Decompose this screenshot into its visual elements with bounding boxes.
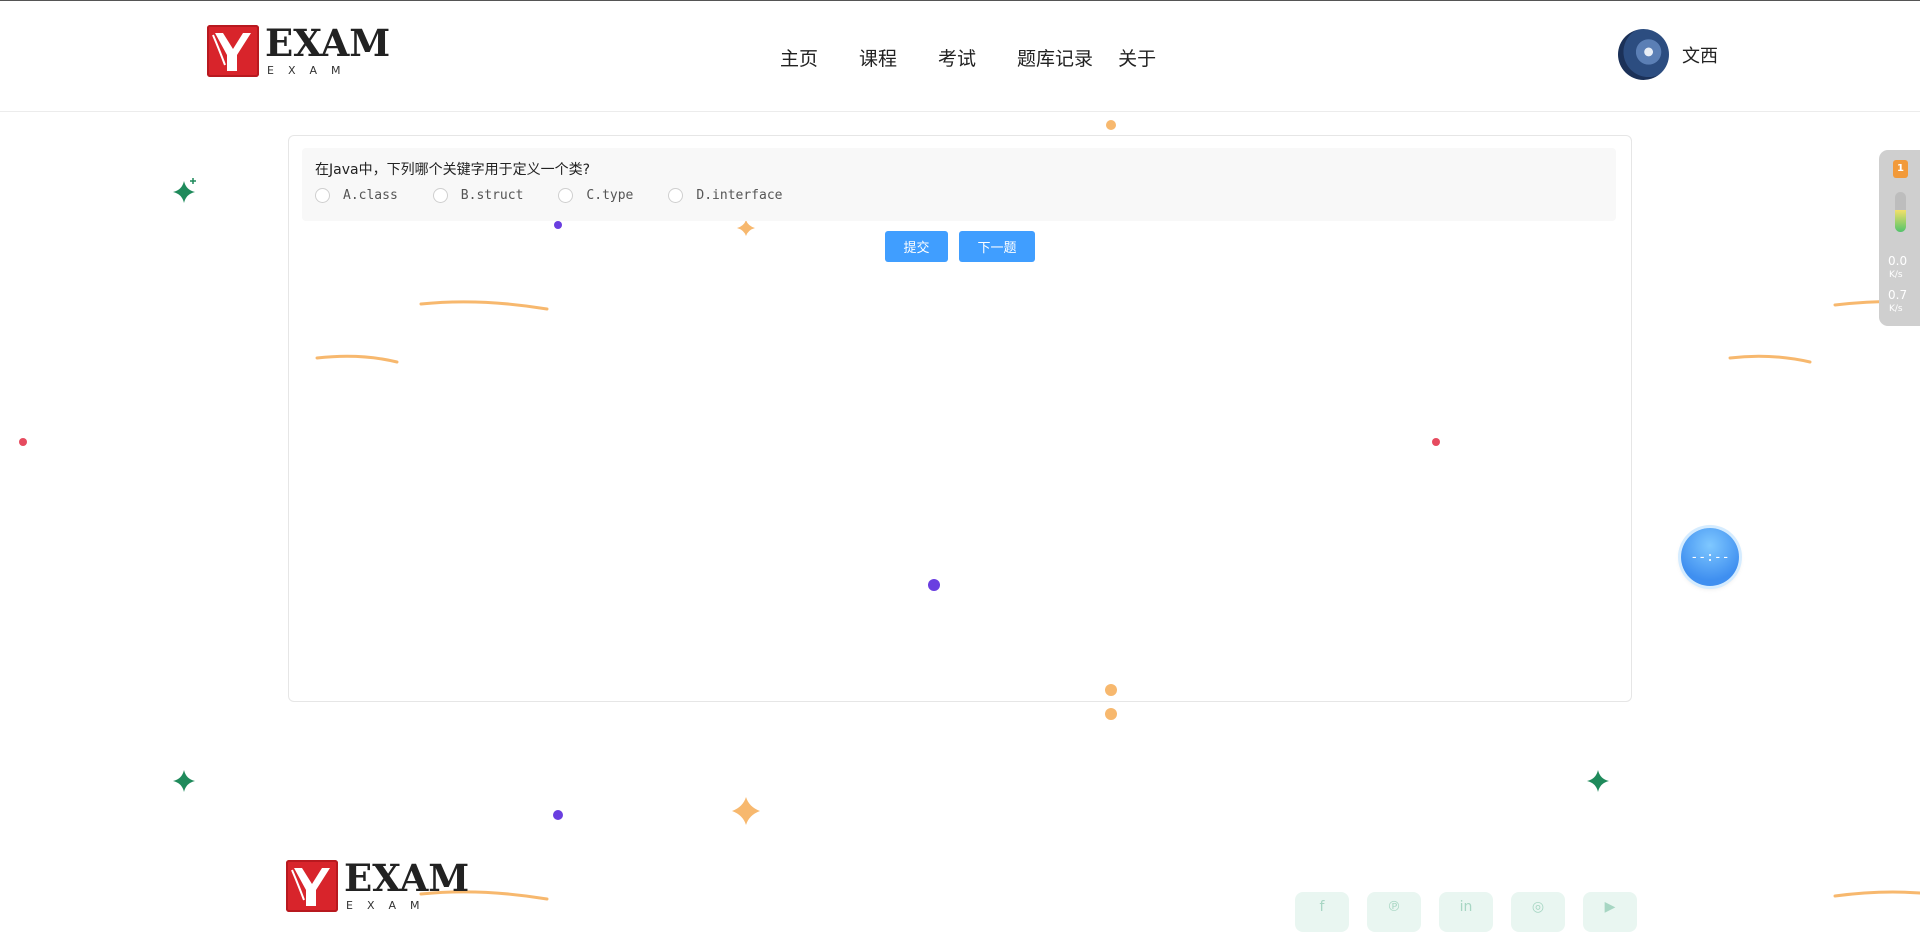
option-c[interactable]: C.type (558, 188, 633, 203)
download-speed: 0.7 (1888, 288, 1908, 302)
option-label[interactable]: B.struct (461, 188, 524, 203)
pinterest-icon[interactable]: ℗ (1367, 892, 1421, 932)
option-label[interactable]: C.type (586, 188, 633, 203)
youtube-icon[interactable]: ▶ (1583, 892, 1637, 932)
logo-subtitle: EXAM (346, 899, 434, 912)
radio-icon[interactable] (558, 188, 574, 203)
question-text: 在Java中，下列哪个关键字用于定义一个类? (315, 162, 591, 178)
facebook-icon[interactable]: f (1295, 892, 1349, 932)
option-label[interactable]: D.interface (696, 188, 782, 203)
submit-button[interactable]: 提交 (885, 231, 948, 262)
radio-icon[interactable] (432, 188, 448, 203)
radio-icon[interactable] (315, 188, 330, 203)
footer-logo[interactable]: EXAM EXAM (286, 860, 469, 912)
download-unit: K/s (1889, 304, 1903, 314)
answer-options: A.class B.struct C.type D.interface (315, 188, 782, 203)
option-label[interactable]: A.class (343, 188, 398, 203)
option-b[interactable]: B.struct (432, 188, 524, 203)
logo-mark-icon (286, 860, 338, 912)
question-panel: 在Java中，下列哪个关键字用于定义一个类? A.class B.struct … (302, 148, 1616, 221)
linkedin-icon[interactable]: in (1439, 892, 1493, 932)
countdown-timer[interactable]: --:-- (1681, 528, 1739, 586)
instagram-icon[interactable]: ◎ (1511, 892, 1565, 932)
option-a[interactable]: A.class (315, 188, 398, 203)
badge-icon: 1 (1893, 160, 1908, 178)
memory-bar (1895, 192, 1906, 232)
option-d[interactable]: D.interface (668, 188, 782, 203)
network-speed-widget[interactable]: 1 0.0 K/s 0.7 K/s (1879, 150, 1920, 326)
upload-unit: K/s (1889, 270, 1903, 280)
next-question-button[interactable]: 下一题 (959, 231, 1035, 262)
upload-speed: 0.0 (1888, 254, 1908, 268)
logo-title: EXAM (344, 856, 470, 900)
radio-icon[interactable] (668, 188, 684, 203)
